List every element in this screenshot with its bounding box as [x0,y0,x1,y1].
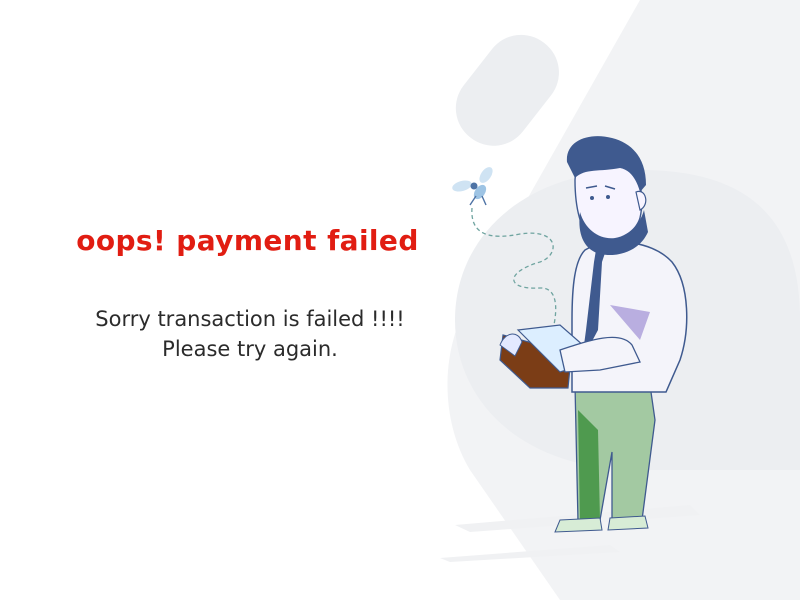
failure-illustration [440,0,800,600]
mosquito-icon [452,167,493,206]
payment-failed-page: oops! payment failed Sorry transaction i… [0,0,800,600]
failure-message: Sorry transaction is failed !!!! Please … [50,304,450,364]
background-pill-top [455,34,559,146]
man-eye [606,195,610,199]
page-title: oops! payment failed [76,224,419,257]
man-shoe [607,515,649,531]
man-eye [590,196,594,200]
man-shoe [554,517,603,533]
failure-message-line-2: Please try again. [162,337,338,361]
failure-message-line-1: Sorry transaction is failed !!!! [95,307,405,331]
